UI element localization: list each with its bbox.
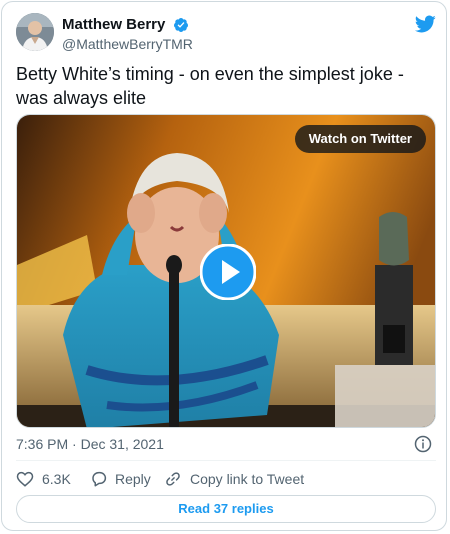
divider bbox=[16, 460, 436, 461]
heart-icon bbox=[16, 471, 34, 487]
watch-on-twitter-button[interactable]: Watch on Twitter bbox=[294, 125, 426, 153]
author-display-name[interactable]: Matthew Berry bbox=[62, 16, 165, 34]
tweet-timestamp[interactable]: 7:36 PM · Dec 31, 2021 bbox=[16, 435, 164, 453]
tweet-header: Matthew Berry @MatthewBerryTMR bbox=[16, 13, 436, 53]
play-icon[interactable] bbox=[200, 244, 256, 300]
tweet-card: Matthew Berry @MatthewBerryTMR Betty Whi… bbox=[1, 1, 447, 531]
tweet-actions: 6.3K Reply Copy link to Tweet bbox=[16, 468, 436, 490]
reply-button[interactable]: Reply bbox=[90, 468, 160, 490]
reply-icon bbox=[92, 471, 107, 487]
verified-badge-icon bbox=[173, 18, 188, 32]
author-info: Matthew Berry @MatthewBerryTMR bbox=[62, 16, 193, 53]
tweet-text: Betty White’s timing - on even the simpl… bbox=[16, 64, 404, 108]
author-handle[interactable]: @MatthewBerryTMR bbox=[62, 35, 193, 53]
like-button[interactable]: 6.3K bbox=[16, 468, 76, 490]
copy-link-button[interactable]: Copy link to Tweet bbox=[164, 468, 324, 490]
link-icon bbox=[166, 472, 180, 486]
like-count: 6.3K bbox=[42, 471, 71, 487]
read-replies-button[interactable]: Read 37 replies bbox=[16, 495, 436, 523]
reply-label: Reply bbox=[115, 471, 151, 487]
info-icon[interactable] bbox=[414, 435, 432, 453]
avatar[interactable] bbox=[16, 13, 54, 51]
copy-link-label: Copy link to Tweet bbox=[190, 471, 305, 487]
twitter-bird-icon[interactable] bbox=[414, 13, 436, 35]
video-player[interactable]: Watch on Twitter bbox=[16, 114, 436, 428]
